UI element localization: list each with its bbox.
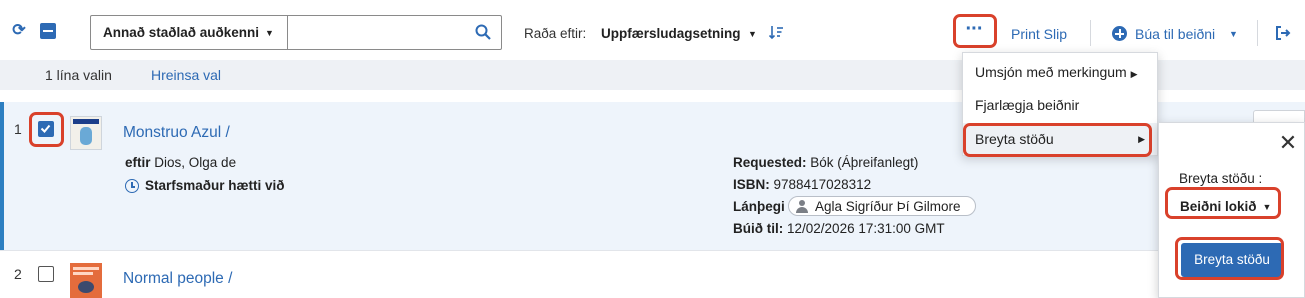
author-prefix: eftir: [125, 155, 151, 170]
chevron-down-icon[interactable]: ▼: [748, 29, 757, 39]
highlight-change-status-button: [1175, 237, 1284, 280]
search-icon[interactable]: [475, 24, 491, 40]
menu-item-label: Fjarlægja beiðnir: [975, 97, 1080, 113]
divider: [1257, 20, 1258, 46]
clock-icon: [125, 179, 139, 193]
highlight-more-button: [953, 14, 997, 48]
isbn-line: ISBN: 9788417028312: [733, 177, 871, 192]
refresh-icon[interactable]: ⟳: [10, 22, 28, 40]
row-number: 2: [14, 266, 22, 282]
row-actions-edge: [1253, 110, 1305, 122]
sort-dropdown[interactable]: Uppfærsludagsetning: [601, 26, 741, 41]
chevron-down-icon[interactable]: ▼: [1229, 29, 1238, 39]
toolbar: ⟳ Annað staðlað auðkenni ▼ Raða eftir: Up…: [0, 0, 1305, 60]
item-title-link[interactable]: Monstruo Azul /: [123, 124, 230, 142]
highlight-change-status: [963, 123, 1152, 157]
created-value: 12/02/2026 17:31:00 GMT: [787, 221, 945, 236]
submenu-arrow-icon: ▶: [1130, 69, 1138, 79]
borrower-name: Agla Sigríður Þí Gilmore: [815, 199, 961, 214]
selection-count: 1 lína valin: [45, 67, 112, 83]
print-slip-button[interactable]: Print Slip: [1011, 26, 1067, 42]
menu-item-label: Umsjón með merkingum: [975, 64, 1127, 80]
search-type-label: Annað staðlað auðkenni: [103, 25, 260, 40]
search-type-dropdown[interactable]: Annað staðlað auðkenni ▼: [91, 16, 288, 49]
highlight-status-select: [1165, 187, 1281, 219]
menu-item-remove-requests[interactable]: Fjarlægja beiðnir: [963, 89, 1157, 121]
requested-value: Bók (Áþreifanlegt): [810, 155, 919, 170]
status-select-label: Breyta stöðu :: [1179, 171, 1263, 186]
request-status: Starfsmaður hætti við: [145, 178, 285, 193]
deselect-all-checkbox[interactable]: [40, 23, 56, 39]
close-icon[interactable]: ✕: [1278, 132, 1298, 154]
row-checkbox[interactable]: [38, 266, 54, 282]
requested-label: Requested:: [733, 155, 807, 170]
book-cover-thumbnail: [70, 263, 102, 298]
search-input[interactable]: [289, 16, 469, 49]
person-icon: [796, 200, 808, 213]
create-request-button[interactable]: Búa til beiðni: [1135, 26, 1215, 42]
author-name: Dios, Olga de: [154, 155, 237, 170]
created-line: Búið til: 12/02/2026 17:31:00 GMT: [733, 221, 945, 236]
isbn-label: ISBN:: [733, 177, 770, 192]
sort-direction-icon[interactable]: [768, 24, 784, 40]
divider: [1090, 20, 1091, 46]
plus-circle-icon[interactable]: [1112, 26, 1127, 41]
borrower-pill[interactable]: Agla Sigríður Þí Gilmore: [788, 196, 976, 216]
chevron-down-icon: ▼: [265, 28, 274, 38]
borrower-label: Lánþegi: [733, 199, 785, 214]
item-title-link[interactable]: Normal people /: [123, 270, 232, 288]
exit-icon[interactable]: [1274, 24, 1292, 42]
clear-selection-link[interactable]: Hreinsa val: [151, 67, 221, 83]
requested-line: Requested: Bók (Áþreifanlegt): [733, 155, 918, 170]
isbn-value: 9788417028312: [773, 177, 872, 192]
highlight-checkbox: [29, 112, 64, 147]
row-number: 1: [14, 121, 22, 137]
author-line: eftir Dios, Olga de: [125, 155, 236, 170]
sort-label: Raða eftir:: [524, 26, 587, 41]
created-label: Búið til:: [733, 221, 784, 236]
book-cover-thumbnail: [70, 116, 102, 150]
search-bar: Annað staðlað auðkenni ▼: [90, 15, 502, 50]
menu-item-manage-tags[interactable]: Umsjón með merkingum ▶: [963, 56, 1157, 88]
